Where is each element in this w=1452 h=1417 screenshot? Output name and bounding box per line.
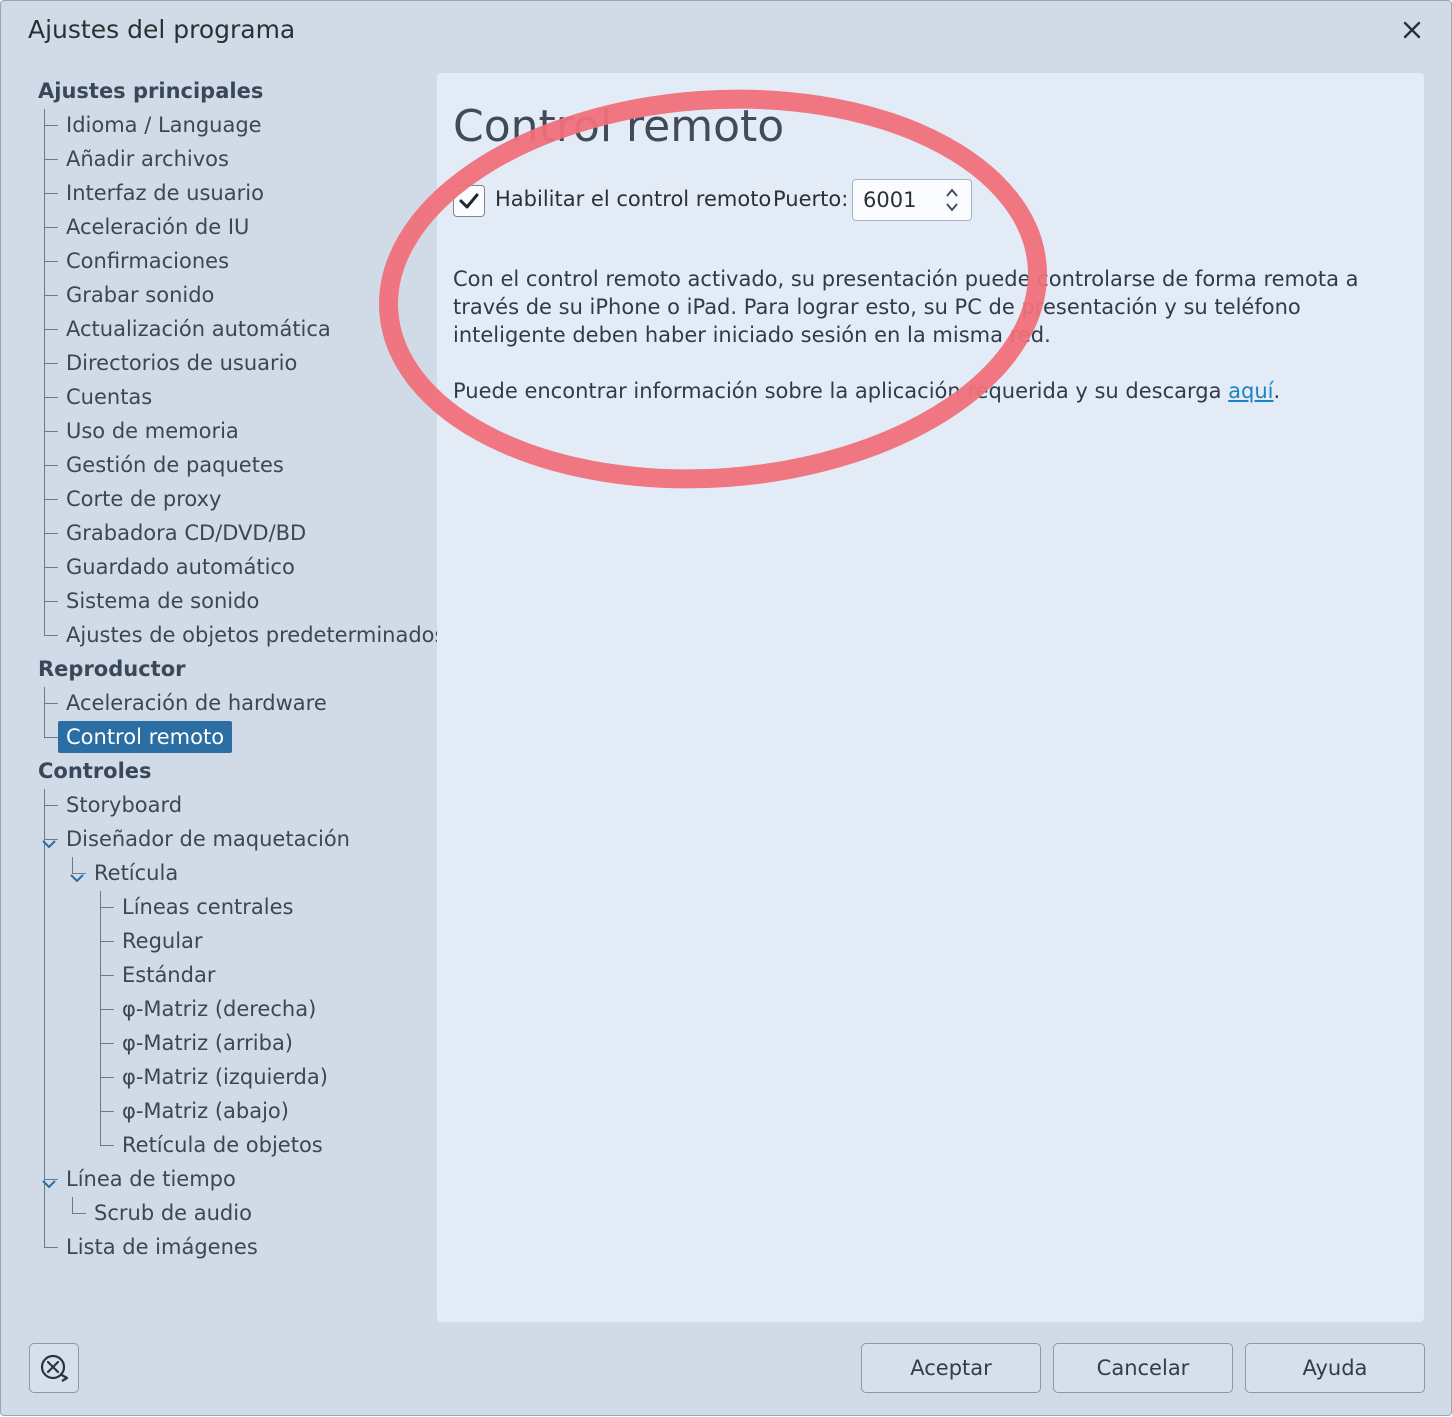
tree-item-user-directories[interactable]: Directorios de usuario <box>66 348 297 378</box>
tree-item-autosave[interactable]: Guardado automático <box>66 552 295 582</box>
tree-item-default-objects[interactable]: Ajustes de objetos predeterminados <box>66 620 445 650</box>
tree-item-proxy-cut[interactable]: Corte de proxy <box>66 484 221 514</box>
tree-item-phi-matrix-left[interactable]: φ-Matriz (izquierda) <box>122 1062 328 1092</box>
tree-item-hardware-acceleration[interactable]: Aceleración de hardware <box>66 688 327 718</box>
tree-item-language[interactable]: Idioma / Language <box>66 110 262 140</box>
tree-group-main[interactable]: Ajustes principales <box>38 76 263 106</box>
tree-item-user-interface[interactable]: Interfaz de usuario <box>66 178 264 208</box>
tree-item-storyboard[interactable]: Storyboard <box>66 790 182 820</box>
cancel-button[interactable]: Cancelar <box>1053 1343 1233 1393</box>
tree-item-object-grid[interactable]: Retícula de objetos <box>122 1130 323 1160</box>
enable-remote-checkbox[interactable] <box>453 185 485 217</box>
tree-item-grid[interactable]: Retícula <box>94 858 178 888</box>
enable-remote-label[interactable]: Habilitar el control remoto <box>495 187 771 211</box>
tree-item-remote-control[interactable]: Control remoto <box>58 721 233 753</box>
port-value[interactable]: 6001 <box>863 188 916 212</box>
panel-heading: Control remoto <box>453 101 785 152</box>
download-link[interactable]: aquí <box>1228 379 1273 403</box>
spin-down-icon[interactable] <box>945 202 959 212</box>
tree-item-auto-update[interactable]: Actualización automática <box>66 314 331 344</box>
spin-up-icon[interactable] <box>945 188 959 198</box>
tree-item-phi-matrix-bottom[interactable]: φ-Matriz (abajo) <box>122 1096 289 1126</box>
close-icon <box>1403 21 1421 39</box>
port-label: Puerto: <box>773 187 849 211</box>
tree-item-phi-matrix-right[interactable]: φ-Matriz (derecha) <box>122 994 316 1024</box>
reset-button[interactable] <box>29 1343 79 1393</box>
info-suffix: . <box>1273 379 1281 403</box>
tree-item-disc-burner[interactable]: Grabadora CD/DVD/BD <box>66 518 306 548</box>
tree-item-regular[interactable]: Regular <box>122 926 203 956</box>
expand-chevron-icon[interactable] <box>42 1179 56 1189</box>
info-text: Puede encontrar información sobre la apl… <box>453 377 1403 405</box>
tree-item-image-list[interactable]: Lista de imágenes <box>66 1232 258 1262</box>
tree-item-ui-acceleration[interactable]: Aceleración de IU <box>66 212 249 242</box>
settings-panel: Control remoto Habilitar el control remo… <box>437 73 1424 1322</box>
description-text: Con el control remoto activado, su prese… <box>453 267 1359 347</box>
expand-chevron-icon[interactable] <box>70 873 84 883</box>
info-prefix: Puede encontrar información sobre la apl… <box>453 379 1229 403</box>
tree-item-add-files[interactable]: Añadir archivos <box>66 144 229 174</box>
tree-item-center-lines[interactable]: Líneas centrales <box>122 892 293 922</box>
port-spinbox[interactable]: 6001 <box>852 179 972 221</box>
tree-item-package-management[interactable]: Gestión de paquetes <box>66 450 284 480</box>
settings-tree: Ajustes principales Reproductor Controle… <box>1 1 445 1301</box>
help-button[interactable]: Ayuda <box>1245 1343 1425 1393</box>
tree-item-memory-usage[interactable]: Uso de memoria <box>66 416 239 446</box>
tree-item-timeline[interactable]: Línea de tiempo <box>66 1164 236 1194</box>
tree-group-controls[interactable]: Controles <box>38 756 152 786</box>
tree-item-layout-designer[interactable]: Diseñador de maquetación <box>66 824 350 854</box>
tree-item-audio-scrub[interactable]: Scrub de audio <box>94 1198 252 1228</box>
tree-item-phi-matrix-top[interactable]: φ-Matriz (arriba) <box>122 1028 293 1058</box>
close-button[interactable] <box>1395 13 1429 47</box>
settings-dialog: Ajustes del programa Ajustes principales… <box>0 0 1452 1416</box>
tree-item-confirmations[interactable]: Confirmaciones <box>66 246 229 276</box>
checkmark-icon <box>459 193 479 209</box>
accept-button[interactable]: Aceptar <box>861 1343 1041 1393</box>
tree-item-record-sound[interactable]: Grabar sonido <box>66 280 214 310</box>
tree-group-player[interactable]: Reproductor <box>38 654 185 684</box>
reset-settings-icon <box>40 1354 69 1382</box>
expand-chevron-icon[interactable] <box>42 839 56 849</box>
tree-item-accounts[interactable]: Cuentas <box>66 382 152 412</box>
tree-item-standard[interactable]: Estándar <box>122 960 215 990</box>
tree-item-sound-system[interactable]: Sistema de sonido <box>66 586 259 616</box>
